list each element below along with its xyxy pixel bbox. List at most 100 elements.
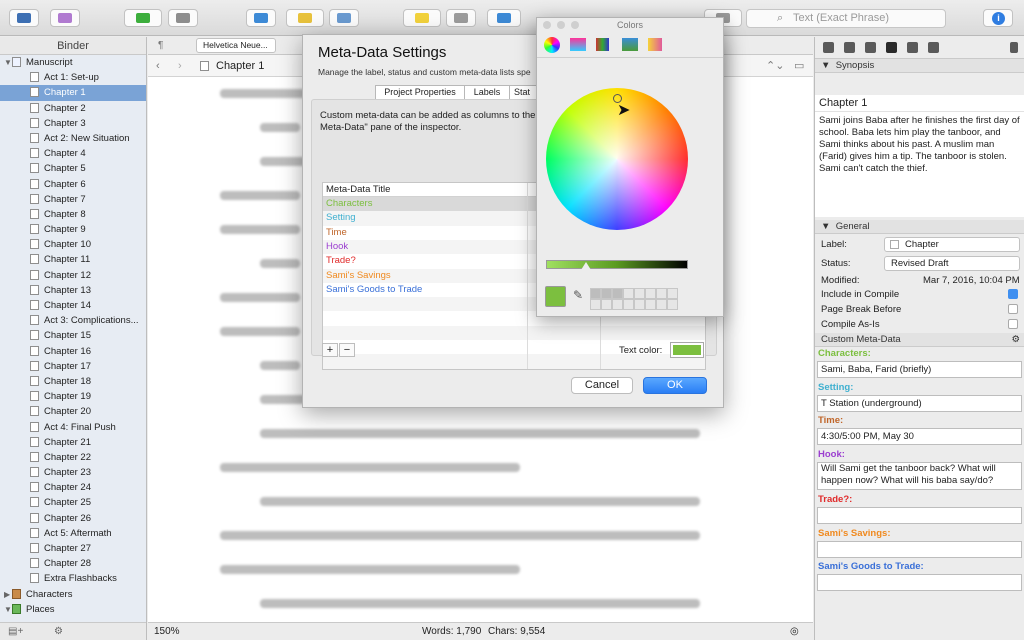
- binder-item[interactable]: Chapter 4: [0, 146, 146, 161]
- minimize-window-icon[interactable]: [557, 21, 565, 29]
- eyedropper-icon[interactable]: ✎: [573, 288, 583, 302]
- custom-field-input[interactable]: [817, 574, 1022, 591]
- add-row-button[interactable]: +: [322, 343, 338, 357]
- text-color-well[interactable]: [670, 342, 704, 358]
- custom-metadata-header[interactable]: Custom Meta-Data ⚙: [815, 333, 1024, 347]
- cancel-button[interactable]: Cancel: [571, 377, 633, 394]
- search-input[interactable]: ⌕ Text (Exact Phrase): [746, 9, 946, 28]
- brightness-slider-thumb[interactable]: [581, 262, 591, 270]
- custom-field-input[interactable]: 4:30/5:00 PM, May 30: [817, 428, 1022, 445]
- comments-tab-icon[interactable]: [928, 42, 939, 53]
- target-icon[interactable]: ◎: [790, 623, 799, 640]
- color-wheel-tab-icon[interactable]: [544, 37, 560, 53]
- brightness-slider[interactable]: [546, 260, 688, 269]
- tab-labels[interactable]: Labels: [464, 85, 510, 100]
- back-arrow-icon[interactable]: ‹: [156, 55, 160, 77]
- binder-item[interactable]: Extra Flashbacks: [0, 571, 146, 586]
- binder-item[interactable]: Act 3: Complications...: [0, 313, 146, 328]
- binder-item[interactable]: Chapter 23: [0, 465, 146, 480]
- binder-item[interactable]: Chapter 26: [0, 511, 146, 526]
- add-folder-icon[interactable]: ▤+: [8, 623, 23, 640]
- custom-field-input[interactable]: T Station (underground): [817, 395, 1022, 412]
- page-break-checkbox[interactable]: [1008, 304, 1018, 314]
- forward-arrow-icon[interactable]: ›: [178, 55, 182, 77]
- binder-toggle-button[interactable]: [9, 9, 39, 27]
- binder-item[interactable]: Chapter 28: [0, 556, 146, 571]
- add-button[interactable]: [124, 9, 162, 27]
- custom-field-input[interactable]: [817, 541, 1022, 558]
- binder-item[interactable]: Chapter 8: [0, 207, 146, 222]
- tab-status[interactable]: Stat: [509, 85, 539, 100]
- binder-item[interactable]: Chapter 24: [0, 480, 146, 495]
- color-swatch[interactable]: [634, 288, 645, 299]
- document-title[interactable]: Chapter 1: [216, 55, 264, 77]
- binder-item[interactable]: Act 5: Aftermath: [0, 526, 146, 541]
- paragraph-style-icon[interactable]: ¶: [158, 40, 163, 51]
- bookmark-tab-icon[interactable]: [844, 42, 855, 53]
- binder-item[interactable]: Chapter 5: [0, 161, 146, 176]
- color-swatch[interactable]: [645, 299, 656, 310]
- current-color-well[interactable]: [545, 286, 566, 307]
- synopsis-header[interactable]: ▼ Synopsis: [815, 59, 1024, 73]
- binder-item[interactable]: Chapter 6: [0, 177, 146, 192]
- color-swatch[interactable]: [590, 299, 601, 310]
- binder-item[interactable]: Chapter 17: [0, 359, 146, 374]
- binder-item[interactable]: Chapter 3: [0, 116, 146, 131]
- label-popup[interactable]: Chapter: [884, 237, 1020, 252]
- color-swatch[interactable]: [667, 288, 678, 299]
- include-compile-checkbox[interactable]: [1008, 289, 1018, 299]
- color-swatch[interactable]: [612, 288, 623, 299]
- binder-root-manuscript[interactable]: ▼ Manuscript: [0, 55, 146, 70]
- zoom-popup[interactable]: 150%: [154, 623, 180, 640]
- binder-item[interactable]: Chapter 9: [0, 222, 146, 237]
- color-swatch[interactable]: [590, 288, 601, 299]
- binder-item[interactable]: Chapter 22: [0, 450, 146, 465]
- color-swatch[interactable]: [656, 299, 667, 310]
- binder-item[interactable]: Chapter 7: [0, 192, 146, 207]
- gear-icon[interactable]: ⚙: [1011, 333, 1020, 347]
- quickref-button[interactable]: [446, 9, 476, 27]
- binder-item[interactable]: Chapter 11: [0, 252, 146, 267]
- metadata-tab-icon[interactable]: [886, 42, 897, 53]
- zoom-window-icon[interactable]: [571, 21, 579, 29]
- binder-item[interactable]: Chapter 19: [0, 389, 146, 404]
- compile-button[interactable]: [329, 9, 359, 27]
- binder-item[interactable]: Act 2: New Situation: [0, 131, 146, 146]
- color-swatch[interactable]: [623, 288, 634, 299]
- custom-field-input[interactable]: Sami, Baba, Farid (briefly): [817, 361, 1022, 378]
- compile-as-is-checkbox[interactable]: [1008, 319, 1018, 329]
- binder-item[interactable]: Chapter 21: [0, 435, 146, 450]
- color-palettes-tab-icon[interactable]: [596, 38, 609, 51]
- custom-field-input[interactable]: [817, 507, 1022, 524]
- binder-item[interactable]: Chapter 25: [0, 495, 146, 510]
- key-tab-icon[interactable]: [865, 42, 876, 53]
- binder-item[interactable]: Chapter 14: [0, 298, 146, 313]
- binder-folder-characters[interactable]: ▶ Characters: [0, 587, 146, 602]
- color-swatch[interactable]: [634, 299, 645, 310]
- split-toggle-icon[interactable]: ▭: [794, 55, 804, 77]
- binder-item[interactable]: Chapter 12: [0, 268, 146, 283]
- binder-item[interactable]: Chapter 27: [0, 541, 146, 556]
- binder-item[interactable]: Act 4: Final Push: [0, 420, 146, 435]
- color-swatch[interactable]: [656, 288, 667, 299]
- binder-item[interactable]: Act 1: Set-up: [0, 70, 146, 85]
- custom-field-input[interactable]: Will Sami get the tanboor back? What wil…: [817, 462, 1022, 490]
- font-family-popup[interactable]: Helvetica Neue...: [196, 38, 276, 53]
- disclosure-right-icon[interactable]: ▶: [4, 587, 12, 602]
- disclosure-down-icon[interactable]: ▼: [4, 55, 12, 70]
- synopsis-card[interactable]: Chapter 1 Sami joins Baba after he finis…: [815, 95, 1024, 217]
- notes-tab-icon[interactable]: [823, 42, 834, 53]
- status-popup[interactable]: Revised Draft: [884, 256, 1020, 271]
- tab-project-properties[interactable]: Project Properties: [375, 85, 465, 100]
- color-swatch[interactable]: [601, 299, 612, 310]
- keywords-button[interactable]: [286, 9, 324, 27]
- image-palettes-tab-icon[interactable]: [622, 38, 638, 51]
- remove-row-button[interactable]: −: [339, 343, 355, 357]
- ok-button[interactable]: OK: [643, 377, 707, 394]
- inspector-toggle-button[interactable]: i: [983, 9, 1013, 27]
- close-window-icon[interactable]: [543, 21, 551, 29]
- color-swatch[interactable]: [645, 288, 656, 299]
- comment-button[interactable]: [403, 9, 441, 27]
- snapshot-tab-icon[interactable]: [907, 42, 918, 53]
- binder-item[interactable]: Chapter 18: [0, 374, 146, 389]
